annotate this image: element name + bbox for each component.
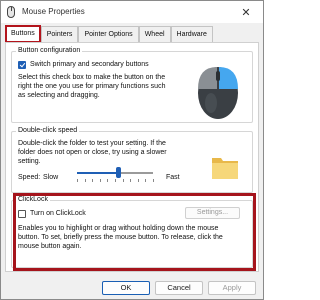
button-config-desc-line-2: right the one you use for primary functi… bbox=[18, 83, 166, 90]
tab-buttons[interactable]: Buttons bbox=[5, 25, 41, 43]
slider-tick bbox=[84, 179, 86, 182]
mouse-illustration-icon bbox=[198, 67, 238, 119]
button-config-desc-line-3: as selecting and dragging. bbox=[18, 92, 100, 99]
slider-tick bbox=[153, 179, 154, 182]
ok-button[interactable]: OK bbox=[102, 281, 150, 295]
fast-label: Fast bbox=[166, 174, 180, 181]
clicklock-highlight-box bbox=[13, 193, 256, 271]
tab-hardware[interactable]: Hardware bbox=[170, 26, 213, 43]
mouse-icon bbox=[7, 6, 15, 18]
test-folder-icon[interactable] bbox=[210, 152, 240, 182]
close-button[interactable]: ✕ bbox=[233, 3, 259, 21]
slider-tick bbox=[107, 179, 109, 182]
button-configuration-group: Button configuration Switch primary and … bbox=[11, 47, 253, 123]
slider-tick bbox=[145, 179, 147, 182]
slider-fill bbox=[77, 172, 119, 174]
slider-tick bbox=[115, 179, 116, 182]
button-configuration-title: Button configuration bbox=[16, 47, 83, 54]
mouse-properties-window: Mouse Properties ✕ Buttons Pointers Poin… bbox=[0, 0, 264, 300]
apply-button[interactable]: Apply bbox=[208, 281, 256, 295]
switch-buttons-label[interactable]: Switch primary and secondary buttons bbox=[30, 60, 149, 69]
tab-pointer-options[interactable]: Pointer Options bbox=[78, 26, 139, 43]
double-click-speed-group: Double-click speed Double-click the fold… bbox=[11, 127, 253, 193]
double-click-desc-line-2: folder does not open or close, try using… bbox=[18, 149, 167, 156]
slider-tick bbox=[77, 179, 78, 182]
switch-buttons-checkbox[interactable] bbox=[18, 61, 26, 69]
slow-label: Slow bbox=[43, 174, 59, 181]
slider-tick bbox=[137, 179, 139, 182]
slider-tick bbox=[122, 179, 124, 182]
tab-strip: Buttons Pointers Pointer Options Wheel H… bbox=[5, 25, 213, 43]
slider-tick bbox=[99, 179, 101, 182]
title-bar[interactable]: Mouse Properties ✕ bbox=[1, 1, 263, 23]
slider-tick bbox=[92, 179, 94, 182]
tab-wheel[interactable]: Wheel bbox=[138, 26, 171, 43]
double-click-desc-line-1: Double-click the folder to test your set… bbox=[18, 140, 166, 147]
double-click-desc-line-3: setting. bbox=[18, 158, 41, 165]
tab-pointers[interactable]: Pointers bbox=[40, 26, 79, 43]
double-click-speed-title: Double-click speed bbox=[16, 127, 80, 134]
cancel-button[interactable]: Cancel bbox=[155, 281, 203, 295]
slider-tick bbox=[130, 179, 132, 182]
speed-label: Speed: bbox=[18, 174, 41, 181]
button-config-desc-line-1: Select this check box to make the button… bbox=[18, 74, 166, 81]
window-title: Mouse Properties bbox=[22, 7, 85, 16]
slider-thumb[interactable] bbox=[116, 167, 122, 178]
